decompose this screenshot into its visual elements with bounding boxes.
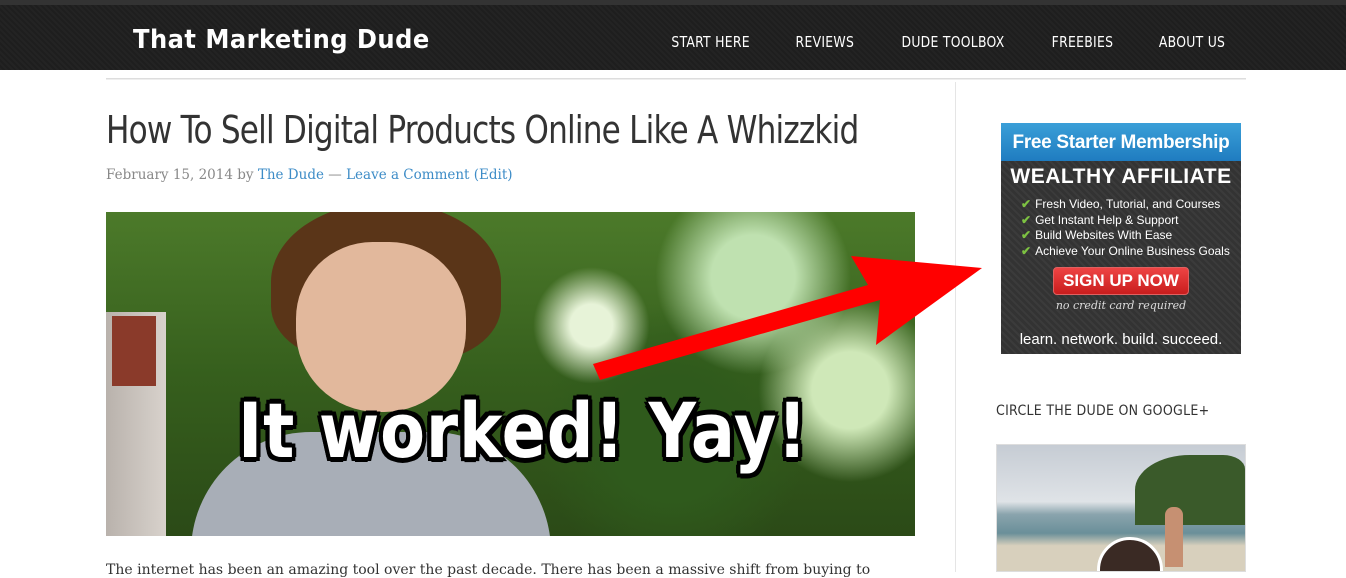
sidebar-divider [955, 82, 956, 572]
featured-image: It worked! Yay! [106, 212, 915, 536]
nav-dude-toolbox[interactable]: DUDE TOOLBOX [901, 33, 1004, 51]
author-link[interactable]: The Dude [258, 167, 324, 183]
checkmark-icon: ✔ [1021, 243, 1032, 258]
checkmark-icon: ✔ [1021, 228, 1032, 242]
ad-tagline: learn. network. build. succeed. [1019, 331, 1223, 348]
ad-feature: ✔ Achieve Your Online Business Goals [1021, 243, 1230, 258]
site-title[interactable]: That Marketing Dude [133, 25, 430, 55]
post-body-excerpt: The internet has been an amazing tool ov… [106, 562, 871, 578]
ad-note: no credit card required [1055, 299, 1187, 312]
checkmark-icon: ✔ [1021, 212, 1032, 227]
ad-headline: Free Starter Membership [1001, 123, 1241, 161]
post-title[interactable]: How To Sell Digital Products Online Like… [106, 108, 859, 152]
checkmark-icon: ✔ [1021, 197, 1032, 211]
sign-up-button[interactable]: SIGN UP NOW [1053, 267, 1189, 295]
edit-link[interactable]: (Edit) [474, 167, 513, 183]
post-by: by [237, 167, 254, 183]
avatar[interactable] [1097, 537, 1163, 571]
comment-link[interactable]: Leave a Comment [346, 167, 469, 183]
main-nav: START HERE REVIEWS DUDE TOOLBOX FREEBIES… [668, 33, 1228, 51]
ad-feature: ✔ Get Instant Help & Support [1021, 212, 1179, 227]
ad-feature-list: ✔ Fresh Video, Tutorial, and Courses ✔ Get… [1021, 197, 1241, 259]
nav-start-here[interactable]: START HERE [671, 33, 749, 51]
image-caption: It worked! Yay! [238, 386, 808, 475]
gplus-widget-title: CIRCLE THE DUDE ON GOOGLE+ [996, 403, 1210, 419]
site-header: That Marketing Dude START HERE REVIEWS D… [0, 0, 1346, 70]
nav-freebies[interactable]: FREEBIES [1052, 33, 1114, 51]
meta-separator: — [328, 167, 342, 183]
ad-feature: ✔ Build Websites With Ease [1021, 228, 1173, 242]
ad-feature: ✔ Fresh Video, Tutorial, and Courses [1021, 197, 1221, 211]
post-date: February 15, 2014 [106, 167, 233, 183]
nav-about-us[interactable]: ABOUT US [1159, 33, 1225, 51]
ad-brand: WEALTHY AFFILIATE [1010, 165, 1232, 188]
gplus-cover-image[interactable] [996, 444, 1246, 572]
nav-reviews[interactable]: REVIEWS [796, 33, 855, 51]
person [1165, 507, 1183, 567]
header-divider [106, 78, 1246, 80]
island [1135, 455, 1245, 525]
wealthy-affiliate-ad[interactable]: Free Starter Membership WEALTHY AFFILIAT… [1001, 123, 1241, 354]
post-meta: February 15, 2014 by The Dude — Leave a … [106, 167, 513, 183]
chimney [112, 316, 156, 386]
